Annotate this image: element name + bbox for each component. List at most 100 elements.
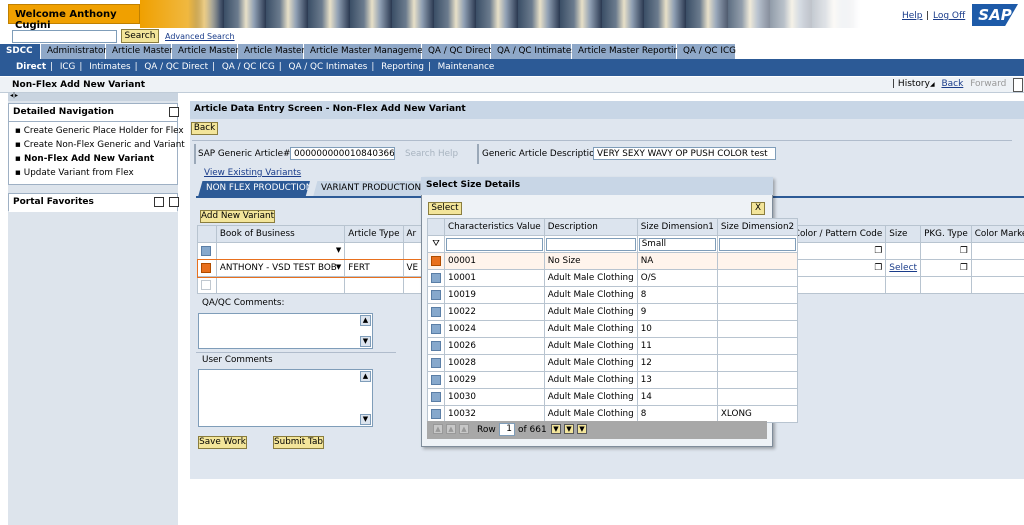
color-pattern-cell[interactable]: ❐ xyxy=(789,242,887,260)
nav-collapse-bar[interactable]: ◂|▸ xyxy=(8,92,178,101)
pkg-type-cell-selected[interactable]: ❐ xyxy=(920,259,972,277)
size-row[interactable]: 10024 Adult Male Clothing 10 xyxy=(427,320,799,338)
subnav-icg[interactable]: ICG xyxy=(60,62,76,72)
collapse-arrows-icon[interactable]: ◂|▸ xyxy=(10,92,18,99)
subnav-maintenance[interactable]: Maintenance xyxy=(438,62,495,72)
add-new-variant-button[interactable]: Add New Variant xyxy=(200,210,275,223)
tab-article-master-2[interactable]: Article Master xyxy=(172,44,239,59)
row-selector-selected[interactable] xyxy=(197,259,217,277)
row-selector-empty[interactable] xyxy=(197,276,217,294)
prev-page-icon[interactable]: ▲ xyxy=(446,424,456,434)
search-help-link[interactable]: Search Help xyxy=(405,149,458,159)
back-link[interactable]: Back xyxy=(941,79,963,89)
size-row-selector[interactable] xyxy=(427,303,445,321)
size-row-selector[interactable] xyxy=(427,252,445,270)
size-row[interactable]: 10028 Adult Male Clothing 12 xyxy=(427,354,799,372)
filter-icon[interactable]: ⛛ xyxy=(427,235,445,253)
favorites-menu-icon[interactable] xyxy=(154,197,164,207)
value-help-icon[interactable]: ❐ xyxy=(960,246,968,256)
generic-article-field[interactable]: 000000000010840366 xyxy=(290,147,395,160)
size-row-selector[interactable] xyxy=(427,354,445,372)
filter-dimension2-input[interactable] xyxy=(716,235,799,253)
scroll-up-icon[interactable]: ▲ xyxy=(360,371,371,382)
tab-qa-qc-direct[interactable]: QA / QC Direct xyxy=(422,44,492,59)
subnav-reporting[interactable]: Reporting xyxy=(381,62,424,72)
size-row[interactable]: 10029 Adult Male Clothing 13 xyxy=(427,371,799,389)
favorites-options-icon[interactable] xyxy=(169,197,179,207)
prev-row-icon[interactable]: ▲ xyxy=(459,424,469,434)
scroll-down-icon[interactable]: ▼ xyxy=(360,414,371,425)
size-row-selector[interactable] xyxy=(427,269,445,287)
size-row[interactable]: 10032 Adult Male Clothing 8 XLONG xyxy=(427,405,799,423)
row-selector[interactable] xyxy=(197,242,217,260)
nav-item-create-non-flex[interactable]: ▪ Create Non-Flex Generic and Variant xyxy=(15,140,185,150)
subnav-intimates[interactable]: Intimates xyxy=(89,62,130,72)
subnav-qa-qc-direct[interactable]: QA / QC Direct xyxy=(144,62,208,72)
size-row[interactable]: 10022 Adult Male Clothing 9 xyxy=(427,303,799,321)
generic-description-field[interactable]: VERY SEXY WAVY OP PUSH COLOR test xyxy=(593,147,776,160)
view-existing-variants-link[interactable]: View Existing Variants xyxy=(204,168,301,178)
filter-characteristics-input[interactable] xyxy=(444,235,545,253)
value-help-icon[interactable]: ❐ xyxy=(874,263,882,273)
size-row[interactable]: 00001 No Size NA xyxy=(427,252,799,270)
size-row-selector[interactable] xyxy=(427,286,445,304)
first-page-icon[interactable]: ▲ xyxy=(433,424,443,434)
tab-non-flex-production[interactable]: NON FLEX PRODUCTION xyxy=(198,181,310,197)
portal-favorites[interactable]: Portal Favorites xyxy=(8,193,179,212)
advanced-search-link[interactable]: Advanced Search xyxy=(165,32,235,41)
tab-variant-production[interactable]: VARIANT PRODUCTION xyxy=(313,181,423,197)
book-dropdown-selected[interactable]: ANTHONY - VSD TEST BOB ▼ xyxy=(215,259,346,277)
size-row[interactable]: 10030 Adult Male Clothing 14 xyxy=(427,388,799,406)
qa-comments-textarea[interactable] xyxy=(198,313,373,349)
scroll-down-icon[interactable]: ▼ xyxy=(360,336,371,347)
back-button[interactable]: Back xyxy=(191,122,218,135)
size-row-selector[interactable] xyxy=(427,320,445,338)
save-work-button[interactable]: Save Work xyxy=(198,436,247,449)
fullscreen-icon[interactable] xyxy=(1013,78,1023,92)
forward-link[interactable]: Forward xyxy=(970,79,1006,89)
subnav-direct[interactable]: Direct xyxy=(16,62,46,72)
size-row-selector[interactable] xyxy=(427,371,445,389)
nav-item-create-generic-placeholder[interactable]: ▪ Create Generic Place Holder for Flex xyxy=(15,126,184,136)
tab-administrator[interactable]: Administrator xyxy=(41,44,107,59)
size-row-selector[interactable] xyxy=(427,388,445,406)
search-input[interactable] xyxy=(12,30,117,43)
nav-item-update-variant[interactable]: ▪ Update Variant from Flex xyxy=(15,168,177,178)
user-comments-textarea[interactable] xyxy=(198,369,373,427)
history-dropdown[interactable]: History xyxy=(898,79,930,89)
pager-row-input[interactable]: 1 xyxy=(499,423,515,436)
help-link[interactable]: Help xyxy=(902,11,923,21)
tab-sdcc[interactable]: SDCC xyxy=(0,44,40,59)
dialog-select-button[interactable]: Select xyxy=(428,202,462,215)
tab-article-master-3[interactable]: Article Master xyxy=(238,44,305,59)
color-pattern-cell-selected[interactable]: ❐ xyxy=(789,259,887,277)
book-dropdown[interactable]: ▼ xyxy=(215,242,346,260)
size-row[interactable]: 10026 Adult Male Clothing 11 xyxy=(427,337,799,355)
next-page-icon[interactable]: ▼ xyxy=(564,424,574,434)
scroll-up-icon[interactable]: ▲ xyxy=(360,315,371,326)
panel-menu-icon[interactable] xyxy=(169,107,179,117)
logoff-link[interactable]: Log Off xyxy=(933,11,965,21)
size-select-link[interactable]: Select xyxy=(889,263,917,273)
nav-item-non-flex-add-variant[interactable]: ▪ Non-Flex Add New Variant xyxy=(15,154,177,164)
value-help-icon[interactable]: ❐ xyxy=(960,263,968,273)
filter-dimension1-input[interactable]: Small xyxy=(636,235,718,253)
tab-qa-qc-icg[interactable]: QA / QC ICG xyxy=(677,44,736,59)
size-row-selector[interactable] xyxy=(427,337,445,355)
submit-tab-button[interactable]: Submit Tab xyxy=(273,436,324,449)
tab-article-master-1[interactable]: Article Master xyxy=(106,44,173,59)
tab-article-master-management[interactable]: Article Master Management xyxy=(304,44,432,59)
pkg-type-cell[interactable]: ❐ xyxy=(920,242,972,260)
subnav-qa-qc-icg[interactable]: QA / QC ICG xyxy=(222,62,275,72)
search-button[interactable]: Search xyxy=(121,29,159,43)
dialog-close-button[interactable]: X xyxy=(751,202,765,215)
size-row[interactable]: 10019 Adult Male Clothing 8 xyxy=(427,286,799,304)
tab-qa-qc-intimates[interactable]: QA / QC Intimates xyxy=(491,44,576,59)
last-page-icon[interactable]: ▼ xyxy=(577,424,587,434)
next-row-icon[interactable]: ▼ xyxy=(551,424,561,434)
tab-article-master-reporting[interactable]: Article Master Reporting xyxy=(572,44,685,59)
subnav-qa-qc-intimates[interactable]: QA / QC Intimates xyxy=(289,62,368,72)
size-row[interactable]: 10001 Adult Male Clothing O/S xyxy=(427,269,799,287)
size-row-selector[interactable] xyxy=(427,405,445,423)
filter-description-input[interactable] xyxy=(543,235,638,253)
